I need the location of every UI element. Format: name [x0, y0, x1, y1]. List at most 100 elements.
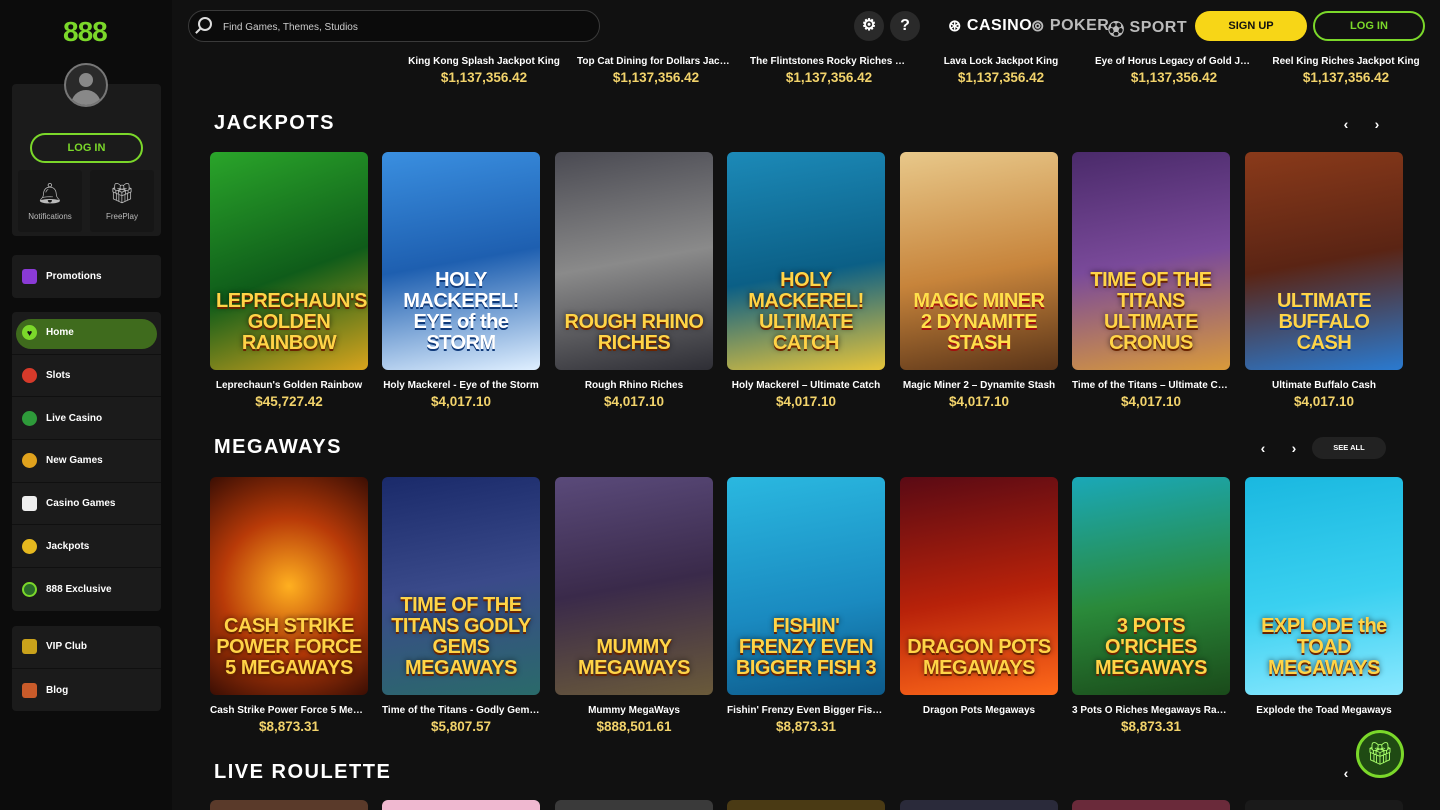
search-input[interactable] — [223, 18, 583, 36]
game-thumbnail[interactable] — [210, 800, 368, 810]
game-name: Explode the Toad Megaways — [1256, 705, 1392, 716]
game-thumbnail[interactable]: 3 POTS O'RICHES MEGAWAYS — [1072, 477, 1230, 695]
chevron-left-icon: ‹ — [1343, 765, 1349, 781]
game-card[interactable]: TIME OF THE TITANS ULTIMATE CRONUS Time … — [1072, 152, 1230, 409]
sidebar-item-vip-club[interactable]: VIP Club — [12, 626, 161, 669]
game-name: Lava Lock Jackpot King — [943, 56, 1059, 67]
vip-icon — [22, 639, 37, 655]
product-label: CASINO — [966, 17, 1033, 34]
game-card[interactable]: Top Cat Dining for Dollars Jackpot ... $… — [577, 56, 735, 85]
game-card[interactable]: MAGIC MINER 2 DYNAMITE STASH Magic Miner… — [900, 152, 1058, 409]
game-card[interactable]: HOLY MACKEREL! EYE of the STORM Holy Mac… — [382, 152, 540, 409]
game-name: Fishin' Frenzy Even Bigger Fish 3 M... — [727, 705, 885, 716]
sidebar-item-home[interactable]: ♥ Home — [12, 312, 161, 355]
game-card[interactable]: 3 POTS O'RICHES MEGAWAYS 3 Pots O Riches… — [1072, 477, 1230, 734]
notifications-tile[interactable]: 🔔︎ Notifications — [18, 170, 82, 232]
game-thumbnail[interactable]: HOLY MACKEREL! ULTIMATE CATCH — [727, 152, 885, 370]
game-card[interactable]: MUMMY MEGAWAYS Mummy MegaWays $888,501.6… — [555, 477, 713, 734]
game-name: The Flintstones Rocky Riches Jack... — [750, 56, 908, 67]
sidebar-item-888-exclusive[interactable]: 888 Exclusive — [12, 568, 161, 611]
freeplay-tile[interactable]: 🎁︎ FreePlay — [90, 170, 154, 232]
game-thumbnail[interactable]: ULTIMATE BUFFALO CASH — [1245, 152, 1403, 370]
avatar[interactable] — [64, 63, 108, 107]
game-thumbnail[interactable]: TIME OF THE TITANS ULTIMATE CRONUS — [1072, 152, 1230, 370]
product-casino[interactable]: ⊛ CASINO — [948, 16, 1032, 36]
game-thumbnail[interactable]: CASH STRIKE POWER FORCE 5 MEGAWAYS — [210, 477, 368, 695]
game-art-title: HOLY MACKEREL! EYE of the STORM — [403, 269, 519, 354]
game-card[interactable]: ROUGH RHINO RICHES Rough Rhino Riches $4… — [555, 152, 713, 409]
game-thumbnail[interactable] — [900, 800, 1058, 810]
game-card[interactable]: FISHIN' FRENZY EVEN BIGGER FISH 3 Fishin… — [727, 477, 885, 734]
game-thumbnail[interactable]: LEPRECHAUN'S GOLDEN RAINBOW — [210, 152, 368, 370]
game-card[interactable]: CASH STRIKE POWER FORCE 5 MEGAWAYS Cash … — [210, 477, 368, 734]
game-card[interactable]: King Kong Splash Jackpot King $1,137,356… — [405, 56, 563, 85]
sidebar-item-label: Casino Games — [46, 498, 116, 510]
game-thumbnail[interactable] — [727, 800, 885, 810]
sidebar-item-promotions[interactable]: Promotions — [12, 255, 161, 298]
search-icon — [198, 17, 212, 31]
megaways-next-button[interactable]: › — [1282, 436, 1306, 460]
game-thumbnail[interactable]: TIME OF THE TITANS GODLY GEMS MEGAWAYS — [382, 477, 540, 695]
game-thumbnail[interactable]: HOLY MACKEREL! EYE of the STORM — [382, 152, 540, 370]
sidebar-promotions-group: Promotions — [12, 255, 161, 298]
game-card[interactable]: HOLY MACKEREL! ULTIMATE CATCH Holy Macke… — [727, 152, 885, 409]
game-thumbnail[interactable]: MAGIC MINER 2 DYNAMITE STASH — [900, 152, 1058, 370]
megaways-prev-button[interactable]: ‹ — [1251, 436, 1275, 460]
game-thumbnail[interactable]: MUMMY MEGAWAYS — [555, 477, 713, 695]
gear-icon: ⚙ — [861, 17, 877, 34]
floating-gift-button[interactable]: 🎁︎ — [1356, 730, 1404, 778]
game-card[interactable]: DRAGON POTS MEGAWAYS Dragon Pots Megaway… — [900, 477, 1058, 719]
signup-button[interactable]: SIGN UP — [1195, 11, 1307, 41]
chevron-left-icon: ‹ — [1260, 440, 1266, 456]
section-title-jackpots: JACKPOTS — [214, 112, 335, 134]
game-thumbnail[interactable] — [1245, 800, 1403, 810]
game-card[interactable]: The Flintstones Rocky Riches Jack... $1,… — [750, 56, 908, 85]
cards-icon — [22, 496, 37, 512]
chevron-right-icon: › — [1291, 440, 1297, 456]
sidebar-item-jackpots[interactable]: Jackpots — [12, 525, 161, 569]
game-card[interactable]: ULTIMATE BUFFALO CASH Ultimate Buffalo C… — [1245, 152, 1403, 409]
game-card[interactable]: EXPLODE the TOAD MEGAWAYS Explode the To… — [1245, 477, 1403, 719]
jackpot-value: $1,137,356.42 — [612, 70, 700, 85]
game-card[interactable]: Lava Lock Jackpot King $1,137,356.42 — [922, 56, 1080, 85]
jackpots-prev-button[interactable]: ‹ — [1334, 112, 1358, 136]
game-thumbnail[interactable] — [555, 800, 713, 810]
settings-button[interactable]: ⚙ — [854, 11, 884, 41]
game-art-title: CASH STRIKE POWER FORCE 5 MEGAWAYS — [216, 615, 362, 679]
jackpot-value: $45,727.42 — [255, 394, 323, 409]
sidebar-item-new-games[interactable]: New Games — [12, 440, 161, 483]
login-button[interactable]: LOG IN — [1313, 11, 1425, 41]
game-art-title: LEPRECHAUN'S GOLDEN RAINBOW — [216, 290, 368, 354]
game-thumbnail[interactable] — [382, 800, 540, 810]
roulette-prev-button[interactable]: ‹ — [1334, 761, 1358, 785]
megaways-see-all-button[interactable]: SEE ALL — [1312, 437, 1386, 459]
game-thumbnail[interactable]: FISHIN' FRENZY EVEN BIGGER FISH 3 — [727, 477, 885, 695]
sidebar-item-live-casino[interactable]: Live Casino — [12, 397, 161, 441]
jackpot-value: $1,137,356.42 — [957, 70, 1045, 85]
jackpot-value: $8,873.31 — [775, 719, 837, 734]
sidebar-item-slots[interactable]: Slots — [12, 355, 161, 398]
game-thumbnail[interactable]: EXPLODE the TOAD MEGAWAYS — [1245, 477, 1403, 695]
help-button[interactable]: ? — [890, 11, 920, 41]
jackpot-value: $8,873.31 — [258, 719, 320, 734]
game-card[interactable]: Reel King Riches Jackpot King $1,137,356… — [1267, 56, 1425, 85]
game-card[interactable]: Eye of Horus Legacy of Gold Jackp... $1,… — [1095, 56, 1253, 85]
promotions-icon — [22, 268, 37, 284]
brand-logo[interactable]: 888 — [63, 16, 108, 48]
sidebar-item-casino-games[interactable]: Casino Games — [12, 483, 161, 526]
product-poker[interactable]: ⊚ POKER — [1031, 16, 1109, 36]
jackpots-next-button[interactable]: › — [1365, 112, 1389, 136]
game-card[interactable]: TIME OF THE TITANS GODLY GEMS MEGAWAYS T… — [382, 477, 540, 734]
sidebar-login-button[interactable]: LOG IN — [30, 133, 143, 163]
sidebar-item-blog[interactable]: Blog — [12, 669, 161, 712]
product-sport[interactable]: ⚽︎ SPORT — [1108, 16, 1187, 40]
game-name: Holy Mackerel – Ultimate Catch — [731, 380, 881, 391]
chevron-left-icon: ‹ — [1343, 116, 1349, 132]
game-thumbnail[interactable]: ROUGH RHINO RICHES — [555, 152, 713, 370]
game-thumbnail[interactable] — [1072, 800, 1230, 810]
game-thumbnail[interactable]: DRAGON POTS MEGAWAYS — [900, 477, 1058, 695]
game-card[interactable]: LEPRECHAUN'S GOLDEN RAINBOW Leprechaun's… — [210, 152, 368, 409]
game-art-title: MAGIC MINER 2 DYNAMITE STASH — [913, 290, 1045, 354]
search-bar[interactable] — [188, 10, 600, 42]
notifications-label: Notifications — [28, 212, 72, 221]
